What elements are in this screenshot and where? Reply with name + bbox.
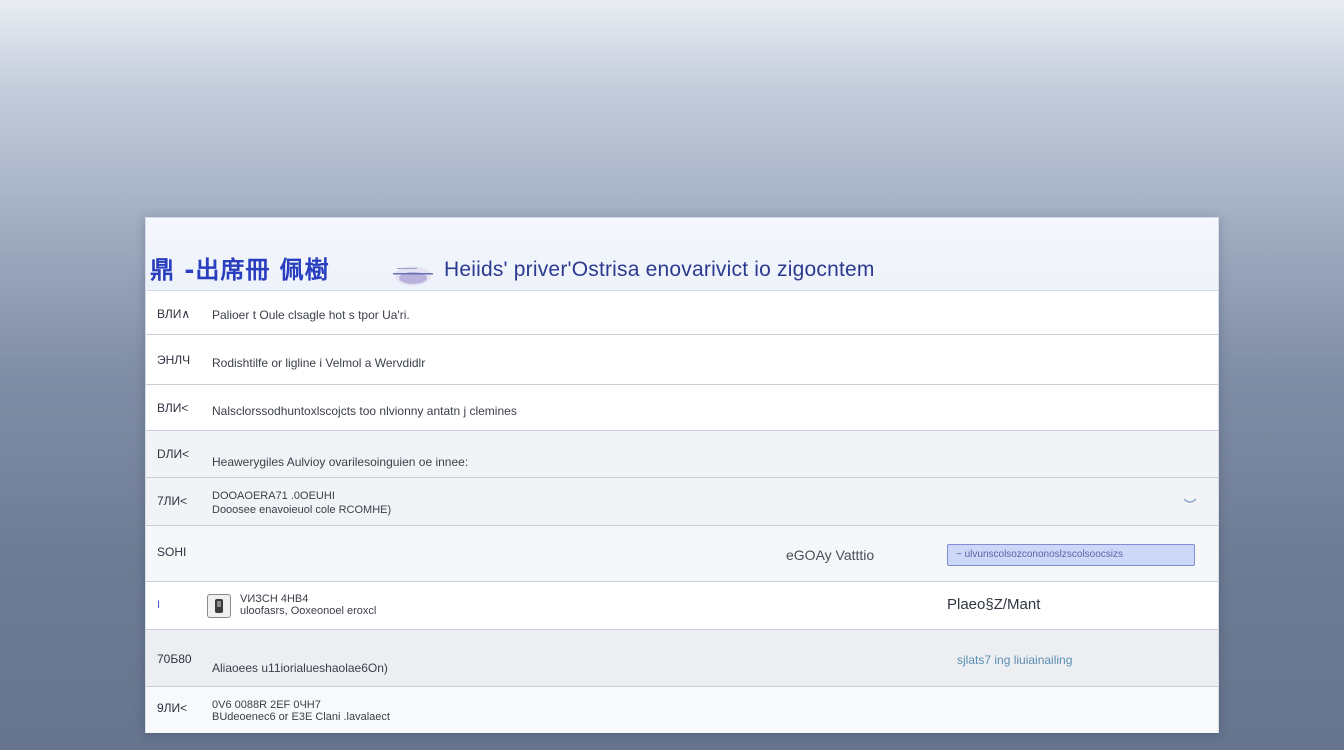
row-code: 7ЛИ< (157, 494, 188, 508)
table-row[interactable]: 9ЛИ< 0V6 0088R 2EF 0ЧH7 BUdeoenec6 or E3… (146, 687, 1218, 733)
row-text: Heawerygiles Aulvioy ovarilesoinguien oe… (212, 455, 469, 469)
app-logo: 鼎 -出席冊 佩樹 (150, 256, 330, 284)
main-panel: 鼎 -出席冊 佩樹 Heiids' priver'Ostrisa enovari… (145, 217, 1219, 733)
row-subtext: Dooosee enavoieuol cole RCOMHE) (212, 504, 392, 516)
row-code: ВЛИ∧ (157, 307, 191, 321)
row-text: Palioer t Oule clsagle hot s tpor Ua'ri. (212, 308, 410, 322)
chevron-down-icon[interactable] (1182, 496, 1198, 506)
table-row[interactable]: ЭHЛЧ Rodishtilfe or ligline i Velmol a W… (146, 335, 1218, 385)
field-label: eGOAy Vatttio (786, 547, 875, 563)
media-row[interactable]: I VИЗCH 4HB4 uloofasrs, Ooxeonoel eroxcl… (146, 582, 1218, 630)
row-code: 9ЛИ< (157, 701, 188, 715)
control-row: SOHI eGOAy Vatttio ~ ulvunscolsozcononos… (146, 526, 1218, 582)
table-row[interactable]: ВЛИ∧ Palioer t Oule clsagle hot s tpor U… (146, 291, 1218, 335)
media-value: Plaeo§Z/Mant (947, 596, 1041, 613)
table-row-expandable[interactable]: 7ЛИ< DOOAOERA71 .0OEUHI Dooosee enavoieu… (146, 478, 1218, 526)
row-code: SOHI (157, 545, 187, 559)
row-code: 70Б80 (157, 652, 192, 666)
table-row[interactable]: 70Б80 Aliaoees u11iorialueshaolae6On) sj… (146, 630, 1218, 687)
row-code: ЭHЛЧ (157, 353, 191, 367)
row-subtext: BUdeoenec6 or E3E Clani .lavalaect (212, 711, 390, 723)
table-row[interactable]: DЛИ< Heawerygiles Aulvioy ovarilesoingui… (146, 431, 1218, 478)
row-text: DOOAOERA71 .0OEUHI (212, 490, 335, 502)
table-row[interactable]: ВЛИ< Nalsclorssodhuntoxlscojcts too nlvi… (146, 385, 1218, 431)
row-text: Aliaoees u11iorialueshaolae6On) (212, 661, 388, 675)
row-text: Nalsclorssodhuntoxlscojcts too nlvionny … (212, 404, 517, 418)
value-input[interactable]: ~ ulvunscolsozcononoslzscolsoocsizs (947, 544, 1195, 566)
row-code: DЛИ< (157, 447, 190, 461)
panel-header: 鼎 -出席冊 佩樹 Heiids' priver'Ostrisa enovari… (146, 218, 1218, 291)
badge-icon (393, 266, 433, 286)
thumbnail-icon[interactable] (207, 594, 231, 618)
row-link[interactable]: sjlats7 ing liuiainailing (957, 653, 1072, 667)
media-subtitle: uloofasrs, Ooxeonoel eroxcl (240, 605, 377, 617)
row-marker: I (157, 599, 161, 611)
row-code: ВЛИ< (157, 401, 189, 415)
row-text: Rodishtilfe or ligline i Velmol a Wervdi… (212, 356, 426, 370)
page-title: Heiids' priver'Ostrisa enovarivict io zi… (444, 258, 875, 281)
